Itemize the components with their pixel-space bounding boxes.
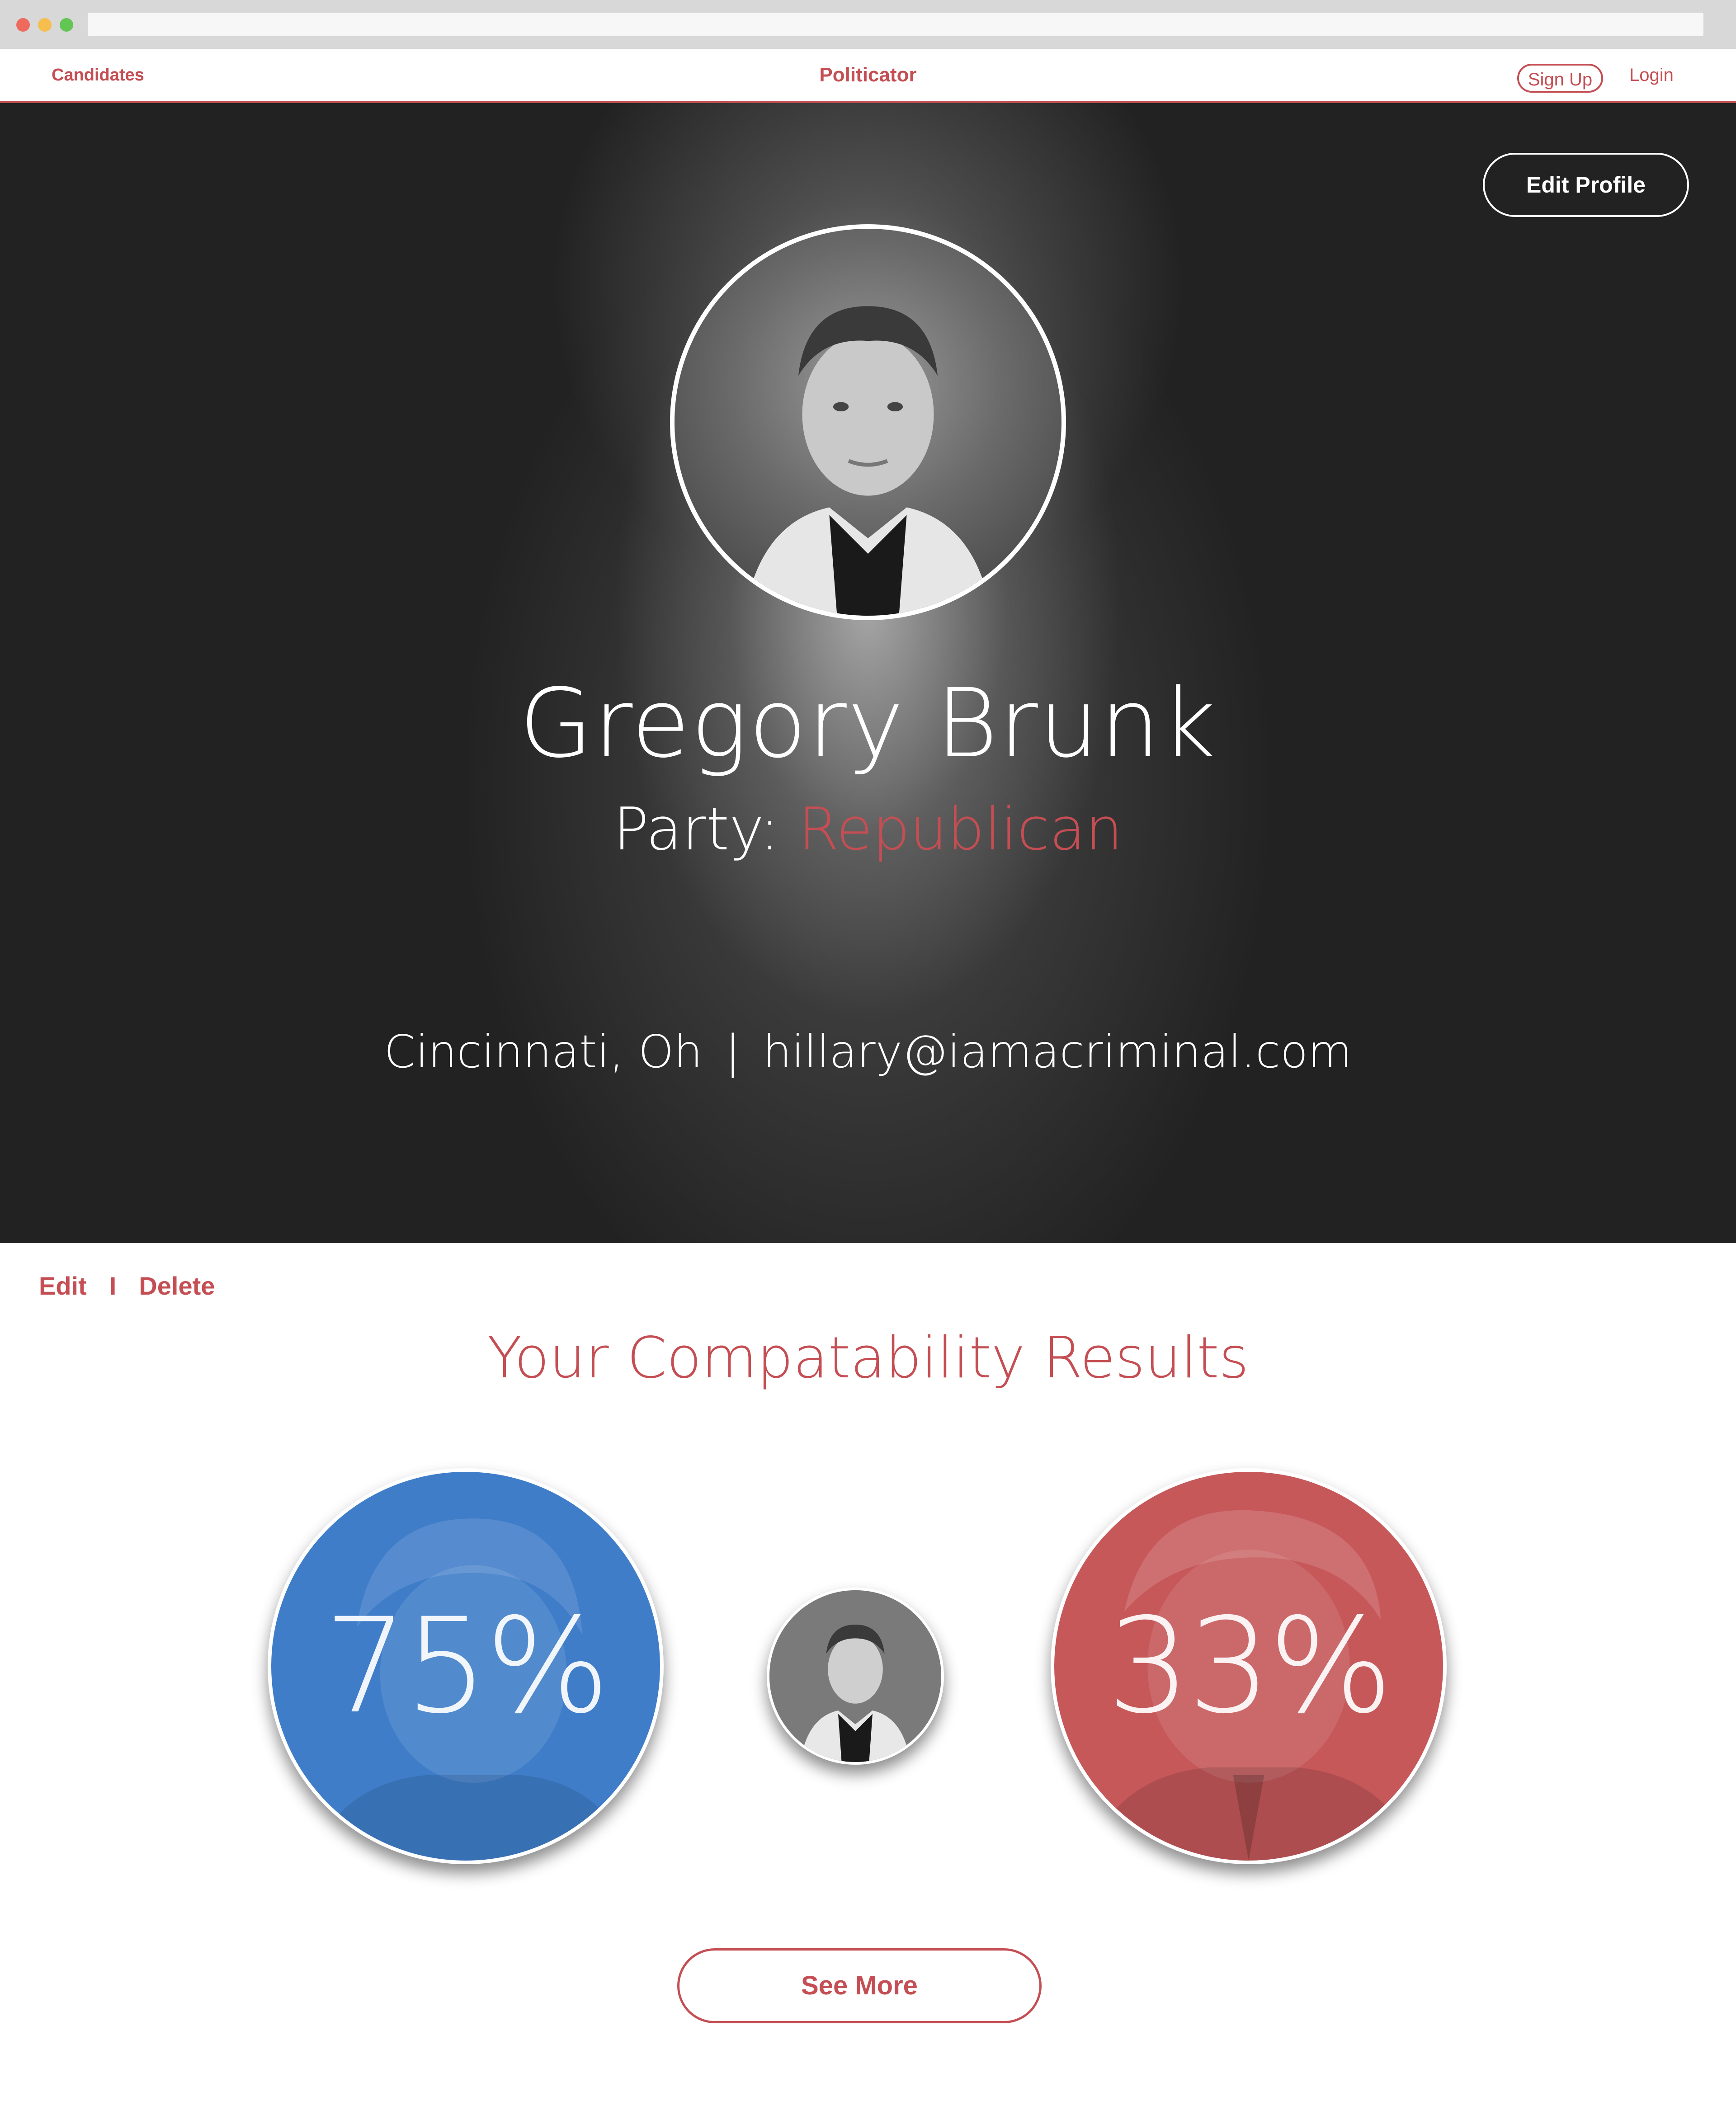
admin-separator: I bbox=[109, 1272, 117, 1300]
candidate-match-left[interactable]: 75% bbox=[268, 1468, 664, 1864]
match-percent-left: 75% bbox=[324, 1590, 610, 1743]
match-percent-right: 33% bbox=[1107, 1590, 1393, 1743]
address-bar[interactable] bbox=[88, 13, 1703, 36]
brand-logo[interactable]: Politicator bbox=[0, 49, 1736, 101]
maximize-window-icon[interactable] bbox=[60, 18, 73, 32]
close-window-icon[interactable] bbox=[16, 18, 30, 32]
delete-link[interactable]: Delete bbox=[139, 1271, 215, 1301]
profile-hero: Edit Profile Gregory Brunk Party: Republ… bbox=[0, 103, 1736, 1243]
profile-avatar bbox=[670, 224, 1066, 620]
admin-actions: Edit I Delete bbox=[39, 1271, 215, 1301]
signup-button[interactable]: Sign Up bbox=[1517, 64, 1603, 93]
login-link[interactable]: Login bbox=[1629, 49, 1674, 101]
see-more-button[interactable]: See More bbox=[677, 1948, 1042, 2023]
browser-chrome bbox=[0, 0, 1736, 49]
person-portrait-icon bbox=[769, 1590, 941, 1762]
email-text[interactable]: hillary@iamacriminal.com bbox=[763, 1025, 1352, 1078]
party-value: Republican bbox=[798, 795, 1123, 863]
person-portrait-icon bbox=[744, 306, 992, 616]
edit-link[interactable]: Edit bbox=[39, 1271, 87, 1301]
party-line: Party: Republican bbox=[0, 795, 1736, 863]
party-label: Party: bbox=[613, 795, 780, 863]
profile-name: Gregory Brunk bbox=[519, 668, 1217, 779]
contact-separator: | bbox=[725, 1025, 741, 1078]
minimize-window-icon[interactable] bbox=[38, 18, 52, 32]
top-nav: Candidates Politicator Sign Up Login bbox=[0, 49, 1736, 103]
edit-profile-button[interactable]: Edit Profile bbox=[1483, 153, 1689, 217]
contact-line: Cincinnati, Oh | hillary@iamacriminal.com bbox=[0, 1025, 1736, 1078]
candidate-match-right[interactable]: 33% bbox=[1051, 1468, 1447, 1864]
user-mini-avatar bbox=[767, 1588, 944, 1765]
location-text: Cincinnati, Oh bbox=[384, 1025, 703, 1078]
results-title: Your Compatability Results bbox=[487, 1324, 1249, 1391]
